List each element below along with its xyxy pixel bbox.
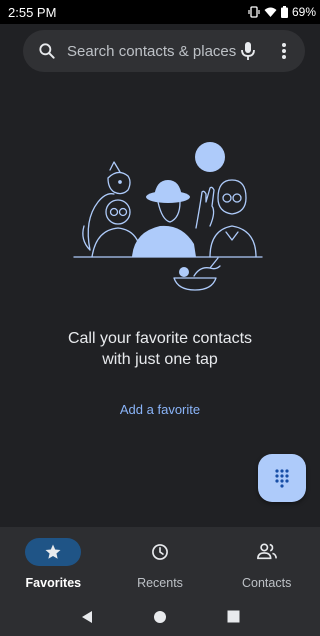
dialpad-icon (275, 469, 289, 488)
system-navigation-bar (0, 597, 320, 636)
overview-icon[interactable] (227, 610, 240, 623)
people-icon (256, 543, 277, 560)
sun-shape (195, 142, 225, 172)
more-vert-icon[interactable] (273, 40, 295, 62)
add-favorite-link[interactable]: Add a favorite (100, 402, 220, 417)
nav-item-recents[interactable]: Recents (107, 527, 214, 597)
nav-label-recents: Recents (137, 576, 183, 590)
wifi-icon (264, 7, 277, 17)
status-bar: 2:55 PM 69% (0, 0, 320, 24)
nav-item-contacts[interactable]: Contacts (213, 527, 320, 597)
status-time: 2:55 PM (8, 4, 57, 20)
nav-item-favorites[interactable]: Favorites (0, 527, 107, 597)
home-icon[interactable] (153, 610, 167, 624)
status-icons: 69% (248, 5, 316, 19)
battery-level: 69% (291, 5, 316, 19)
battery-icon (280, 6, 288, 18)
search-bar[interactable]: Search contacts & places (23, 30, 305, 72)
nav-label-contacts: Contacts (242, 576, 292, 590)
nav-active-indicator (25, 538, 82, 566)
bottom-navigation: Favorites Recents Contacts (0, 527, 320, 597)
star-icon (45, 544, 61, 559)
favorites-illustration (73, 142, 263, 291)
search-input[interactable]: Search contacts & places (67, 43, 237, 60)
nav-label-favorites: Favorites (25, 576, 82, 590)
mic-icon[interactable] (237, 40, 259, 62)
vibrate-icon (248, 6, 260, 18)
search-icon (39, 43, 55, 59)
clock-icon (152, 544, 168, 560)
back-icon[interactable] (80, 610, 94, 624)
empty-state-message: Call your favorite contacts with just on… (67, 330, 253, 368)
dialpad-button[interactable] (258, 454, 306, 502)
